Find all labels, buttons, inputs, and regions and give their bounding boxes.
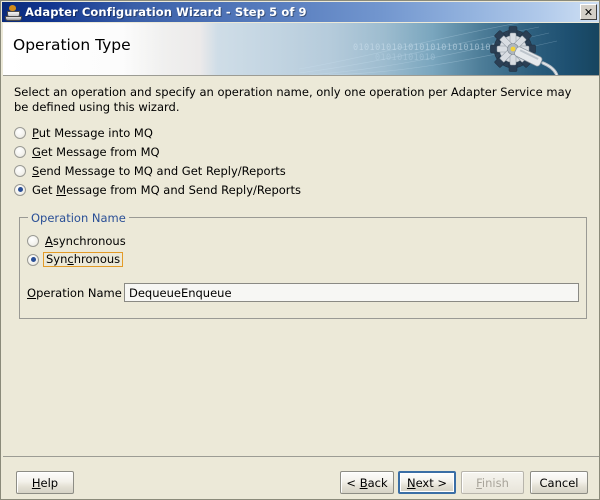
label-prefix: Get — [32, 183, 56, 197]
dialog-body: Select an operation and specify an opera… — [3, 76, 599, 456]
operation-name-field-row: Operation Name DequeueEnqueue — [27, 283, 579, 302]
coffee-cup-icon — [5, 4, 21, 20]
radio-put-message-into-mq[interactable]: Put Message into MQ — [14, 124, 301, 141]
radio-label: Put Message into MQ — [32, 126, 153, 140]
mnemonic: P — [32, 126, 39, 140]
description-text: Select an operation and specify an opera… — [14, 85, 584, 115]
label-text: hronous — [74, 252, 120, 266]
button-label: < Back — [346, 476, 387, 490]
mnemonic: O — [27, 286, 36, 300]
label-text: peration Name — [36, 286, 122, 300]
radio-label: Synchronous — [43, 252, 123, 267]
radio-indicator — [14, 184, 26, 196]
radio-label: Get Message from MQ — [32, 145, 160, 159]
dialog-footer: Help < Back Next > Finish Cancel — [3, 456, 599, 499]
radio-asynchronous[interactable]: Asynchronous — [27, 232, 126, 249]
label-text: elp — [41, 476, 59, 490]
back-button[interactable]: < Back — [340, 471, 394, 494]
operation-name-label: Operation Name — [27, 286, 124, 300]
radio-label: Send Message to MQ and Get Reply/Reports — [32, 164, 286, 178]
cancel-button[interactable]: Cancel — [530, 471, 588, 494]
radio-indicator — [14, 165, 26, 177]
close-icon: ✕ — [584, 7, 593, 18]
radio-label: Get Message from MQ and Send Reply/Repor… — [32, 183, 301, 197]
radio-get-message-from-mq-and-send-reply[interactable]: Get Message from MQ and Send Reply/Repor… — [14, 181, 301, 198]
label-text: essage from MQ and Send Reply/Reports — [66, 183, 301, 197]
label-text: ext > — [416, 476, 447, 490]
gear-wrench-icon — [299, 23, 599, 75]
button-label: Cancel — [540, 476, 579, 490]
label-prefix: Syn — [46, 252, 67, 266]
window-title: Adapter Configuration Wizard - Step 5 of… — [25, 5, 307, 19]
radio-label: Asynchronous — [45, 234, 126, 248]
adapter-configuration-wizard-dialog: Adapter Configuration Wizard - Step 5 of… — [0, 0, 600, 500]
label-text: inish — [482, 476, 509, 490]
sync-mode-radio-group: Asynchronous Synchronous — [27, 232, 126, 270]
close-button[interactable]: ✕ — [580, 4, 597, 20]
mnemonic: M — [56, 183, 66, 197]
radio-get-message-from-mq[interactable]: Get Message from MQ — [14, 143, 301, 160]
label-text: ack — [368, 476, 388, 490]
title-bar: Adapter Configuration Wizard - Step 5 of… — [2, 2, 600, 22]
page-title: Operation Type — [13, 36, 131, 54]
mnemonic: N — [407, 476, 416, 490]
label-text: ut Message into MQ — [39, 126, 153, 140]
label-prefix: < — [346, 476, 359, 490]
help-button[interactable]: Help — [16, 471, 74, 494]
mnemonic: A — [45, 234, 53, 248]
label-text: end Message to MQ and Get Reply/Reports — [39, 164, 286, 178]
next-button[interactable]: Next > — [398, 471, 456, 494]
label-text: et Message from MQ — [41, 145, 160, 159]
operation-name-input[interactable]: DequeueEnqueue — [124, 283, 579, 302]
radio-indicator — [27, 235, 39, 247]
operation-type-radio-group: Put Message into MQ Get Message from MQ … — [14, 124, 301, 200]
radio-synchronous[interactable]: Synchronous — [27, 251, 126, 268]
mnemonic: H — [32, 476, 41, 490]
wizard-banner: Operation Type 0101010101010101010101010… — [3, 23, 599, 75]
group-title: Operation Name — [28, 211, 129, 225]
radio-indicator — [14, 146, 26, 158]
button-label: Help — [32, 476, 58, 490]
finish-button: Finish — [461, 471, 524, 494]
mnemonic: G — [32, 145, 41, 159]
operation-name-group: Operation Name Asynchronous Synchronous … — [19, 217, 587, 319]
mnemonic: B — [360, 476, 368, 490]
button-label: Next > — [407, 476, 447, 490]
label-text: synchronous — [53, 234, 126, 248]
radio-send-message-to-mq-and-get-reply[interactable]: Send Message to MQ and Get Reply/Reports — [14, 162, 301, 179]
radio-indicator — [27, 254, 39, 266]
radio-indicator — [14, 127, 26, 139]
button-label: Finish — [476, 476, 509, 490]
